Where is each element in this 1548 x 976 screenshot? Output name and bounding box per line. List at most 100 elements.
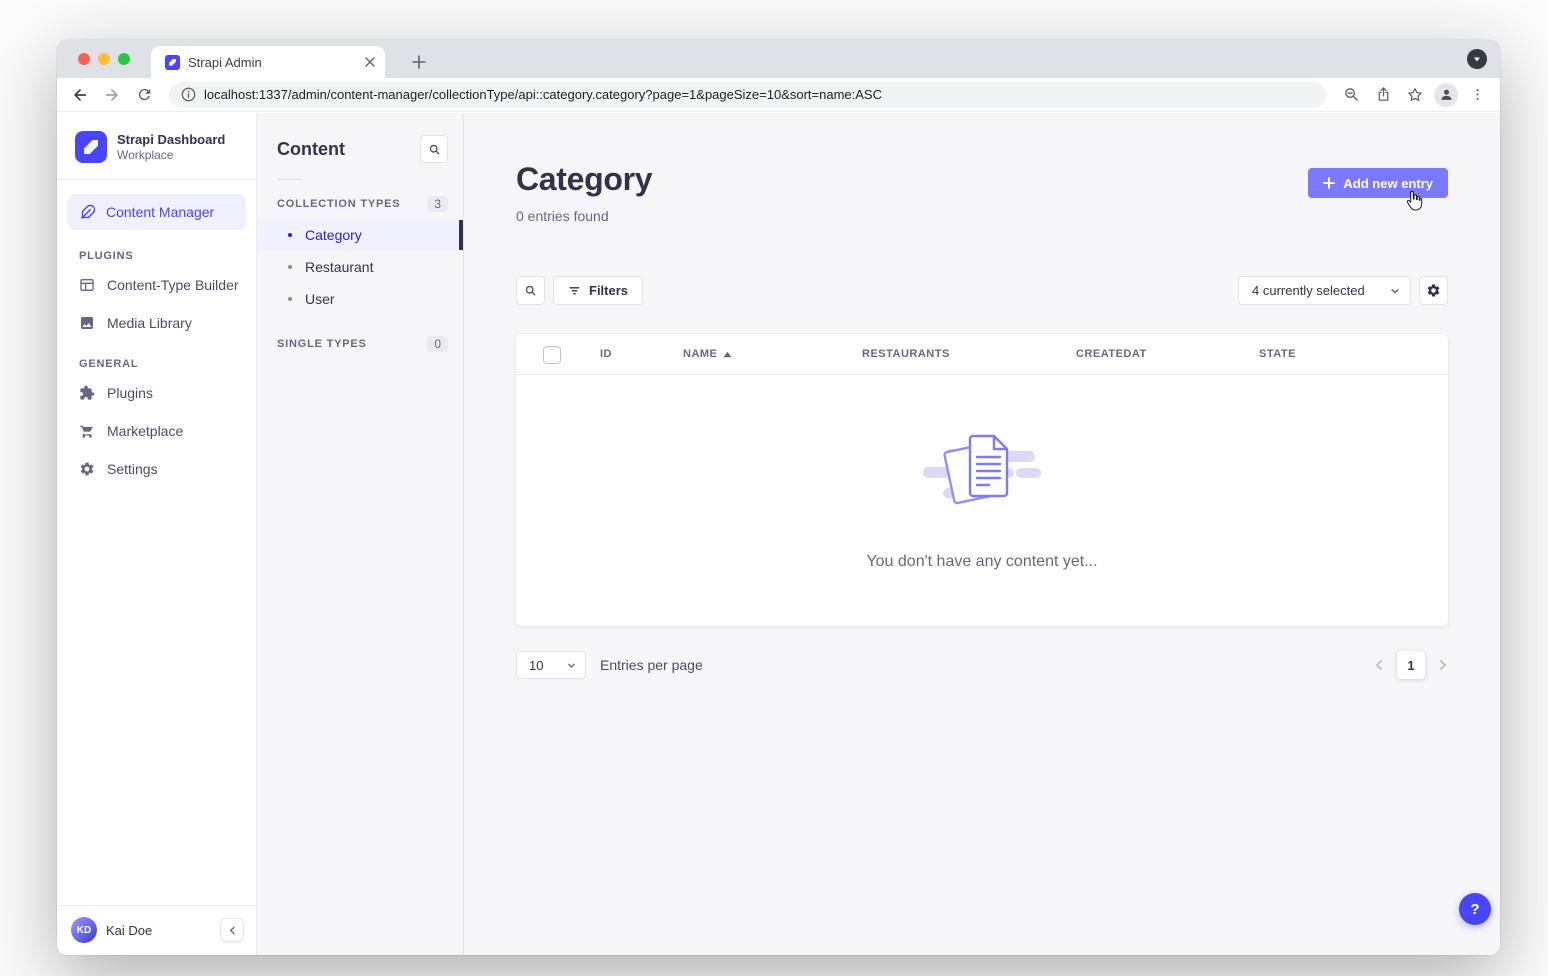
column-header-name[interactable]: NAME [683, 348, 732, 360]
subnav-item-category[interactable]: Category [257, 220, 463, 250]
sidebar-item-media-library[interactable]: Media Library [57, 304, 256, 342]
main-sidebar: Strapi Dashboard Workplace Content Manag… [57, 113, 257, 955]
previous-page-button[interactable] [1374, 659, 1384, 671]
sidebar-divider [57, 179, 256, 180]
view-settings-gear-button[interactable] [1419, 276, 1448, 305]
filters-button[interactable]: Filters [553, 276, 643, 305]
sidebar-section-general: GENERAL [57, 342, 256, 374]
reload-button[interactable] [131, 82, 157, 108]
page-size-value: 10 [529, 658, 543, 673]
layout-builder-icon [79, 277, 95, 293]
bullet-icon [288, 297, 292, 301]
subnav-search-button[interactable] [420, 135, 448, 163]
sidebar-item-marketplace[interactable]: Marketplace [57, 412, 256, 450]
user-avatar[interactable]: KD [71, 917, 97, 943]
single-types-label: SINGLE TYPES [277, 338, 367, 350]
shopping-cart-icon [79, 423, 95, 439]
empty-state-message: You don't have any content yet... [516, 553, 1448, 571]
window-controls [78, 53, 130, 65]
page-size-dropdown[interactable]: 10 [516, 651, 586, 679]
sidebar-item-content-manager[interactable]: Content Manager [67, 194, 246, 230]
help-button[interactable]: ? [1459, 893, 1491, 925]
page-info-icon[interactable] [181, 87, 196, 102]
empty-documents-illustration [921, 430, 1043, 524]
user-name: Kai Doe [106, 923, 152, 938]
column-header-restaurants: RESTAURANTS [862, 348, 950, 360]
browser-menu-icon[interactable] [1464, 82, 1490, 108]
url-bar[interactable]: localhost:1337/admin/content-manager/col… [169, 82, 1326, 108]
feather-pen-icon [79, 204, 96, 221]
sidebar-item-plugins[interactable]: Plugins [57, 374, 256, 412]
sidebar-item-label: Content-Type Builder [107, 277, 239, 293]
subnav-item-restaurant[interactable]: Restaurant [257, 252, 463, 282]
browser-profile-avatar[interactable] [1434, 83, 1458, 107]
workspace-name: Strapi Dashboard [117, 132, 225, 148]
puzzle-icon [79, 385, 95, 401]
fields-selected-dropdown[interactable]: 4 currently selected [1238, 276, 1411, 305]
back-button[interactable] [67, 82, 93, 108]
add-new-entry-button[interactable]: Add new entry [1308, 168, 1448, 198]
sidebar-item-label: Settings [107, 461, 158, 477]
content-subnav: Content COLLECTION TYPES 3 Category Rest… [257, 113, 464, 955]
entries-found-text: 0 entries found [516, 208, 609, 224]
subnav-item-user[interactable]: User [257, 284, 463, 314]
entries-per-page-label: Entries per page [600, 657, 703, 673]
strapi-logo-icon [75, 131, 107, 163]
column-header-createdat: CREATEDAT [1076, 348, 1147, 360]
url-text: localhost:1337/admin/content-manager/col… [204, 87, 882, 102]
bullet-icon [288, 265, 292, 269]
picture-icon [79, 315, 95, 331]
gear-icon [79, 461, 95, 477]
collection-types-header: COLLECTION TYPES 3 [257, 186, 463, 218]
column-header-id[interactable]: ID [600, 348, 612, 360]
browser-tab[interactable]: Strapi Admin [151, 46, 385, 78]
forward-button[interactable] [99, 82, 125, 108]
bookmark-star-icon[interactable] [1402, 82, 1428, 108]
page-number-button[interactable]: 1 [1397, 651, 1425, 679]
sort-ascending-icon [723, 351, 732, 358]
sidebar-item-label: Marketplace [107, 423, 183, 439]
collapse-sidebar-button[interactable] [220, 918, 244, 942]
tab-title: Strapi Admin [188, 55, 357, 70]
share-icon[interactable] [1370, 82, 1396, 108]
strapi-favicon-icon [165, 55, 180, 70]
single-types-count-badge: 0 [427, 336, 448, 352]
subnav-divider [277, 179, 301, 180]
minimize-window-button[interactable] [98, 53, 110, 65]
bullet-icon [288, 233, 292, 237]
subnav-item-label: User [305, 291, 335, 307]
sidebar-item-content-type-builder[interactable]: Content-Type Builder [57, 266, 256, 304]
chevron-down-icon [1390, 286, 1400, 296]
next-page-button[interactable] [1438, 659, 1448, 671]
subnav-item-label: Category [305, 227, 362, 243]
sidebar-item-settings[interactable]: Settings [57, 450, 256, 488]
new-tab-button[interactable] [405, 48, 433, 76]
browser-window: Strapi Admin localhost:1337/admin/conten… [57, 40, 1500, 955]
close-window-button[interactable] [78, 53, 90, 65]
search-entries-button[interactable] [516, 276, 545, 305]
sidebar-item-label: Media Library [107, 315, 192, 331]
entries-table: ID NAME RESTAURANTS CREATEDAT STATE [516, 334, 1448, 626]
browser-toolbar: localhost:1337/admin/content-manager/col… [57, 78, 1500, 112]
workspace-switcher[interactable]: Strapi Dashboard Workplace [57, 113, 256, 179]
sidebar-section-plugins: PLUGINS [57, 234, 256, 266]
filter-icon [568, 284, 581, 297]
table-header-row: ID NAME RESTAURANTS CREATEDAT STATE [516, 334, 1448, 375]
zoom-icon[interactable] [1338, 82, 1364, 108]
fullscreen-window-button[interactable] [118, 53, 130, 65]
fields-selected-value: 4 currently selected [1252, 283, 1365, 298]
browser-titlebar: Strapi Admin [57, 40, 1500, 78]
single-types-header: SINGLE TYPES 0 [257, 326, 463, 358]
sidebar-user-footer: KD Kai Doe [57, 905, 256, 955]
plus-icon [1323, 177, 1335, 189]
tab-close-icon[interactable] [365, 57, 375, 67]
pagination-bar: 10 Entries per page 1 [516, 651, 1448, 679]
table-controls: Filters 4 currently selected [516, 276, 1448, 305]
titlebar-dropdown-icon[interactable] [1467, 49, 1487, 69]
collection-types-label: COLLECTION TYPES [277, 198, 400, 210]
collection-types-count-badge: 3 [427, 196, 448, 212]
select-all-checkbox[interactable] [543, 346, 561, 364]
workspace-label: Workplace [117, 148, 225, 162]
page-title: Category [516, 161, 652, 198]
column-header-state: STATE [1259, 348, 1296, 360]
